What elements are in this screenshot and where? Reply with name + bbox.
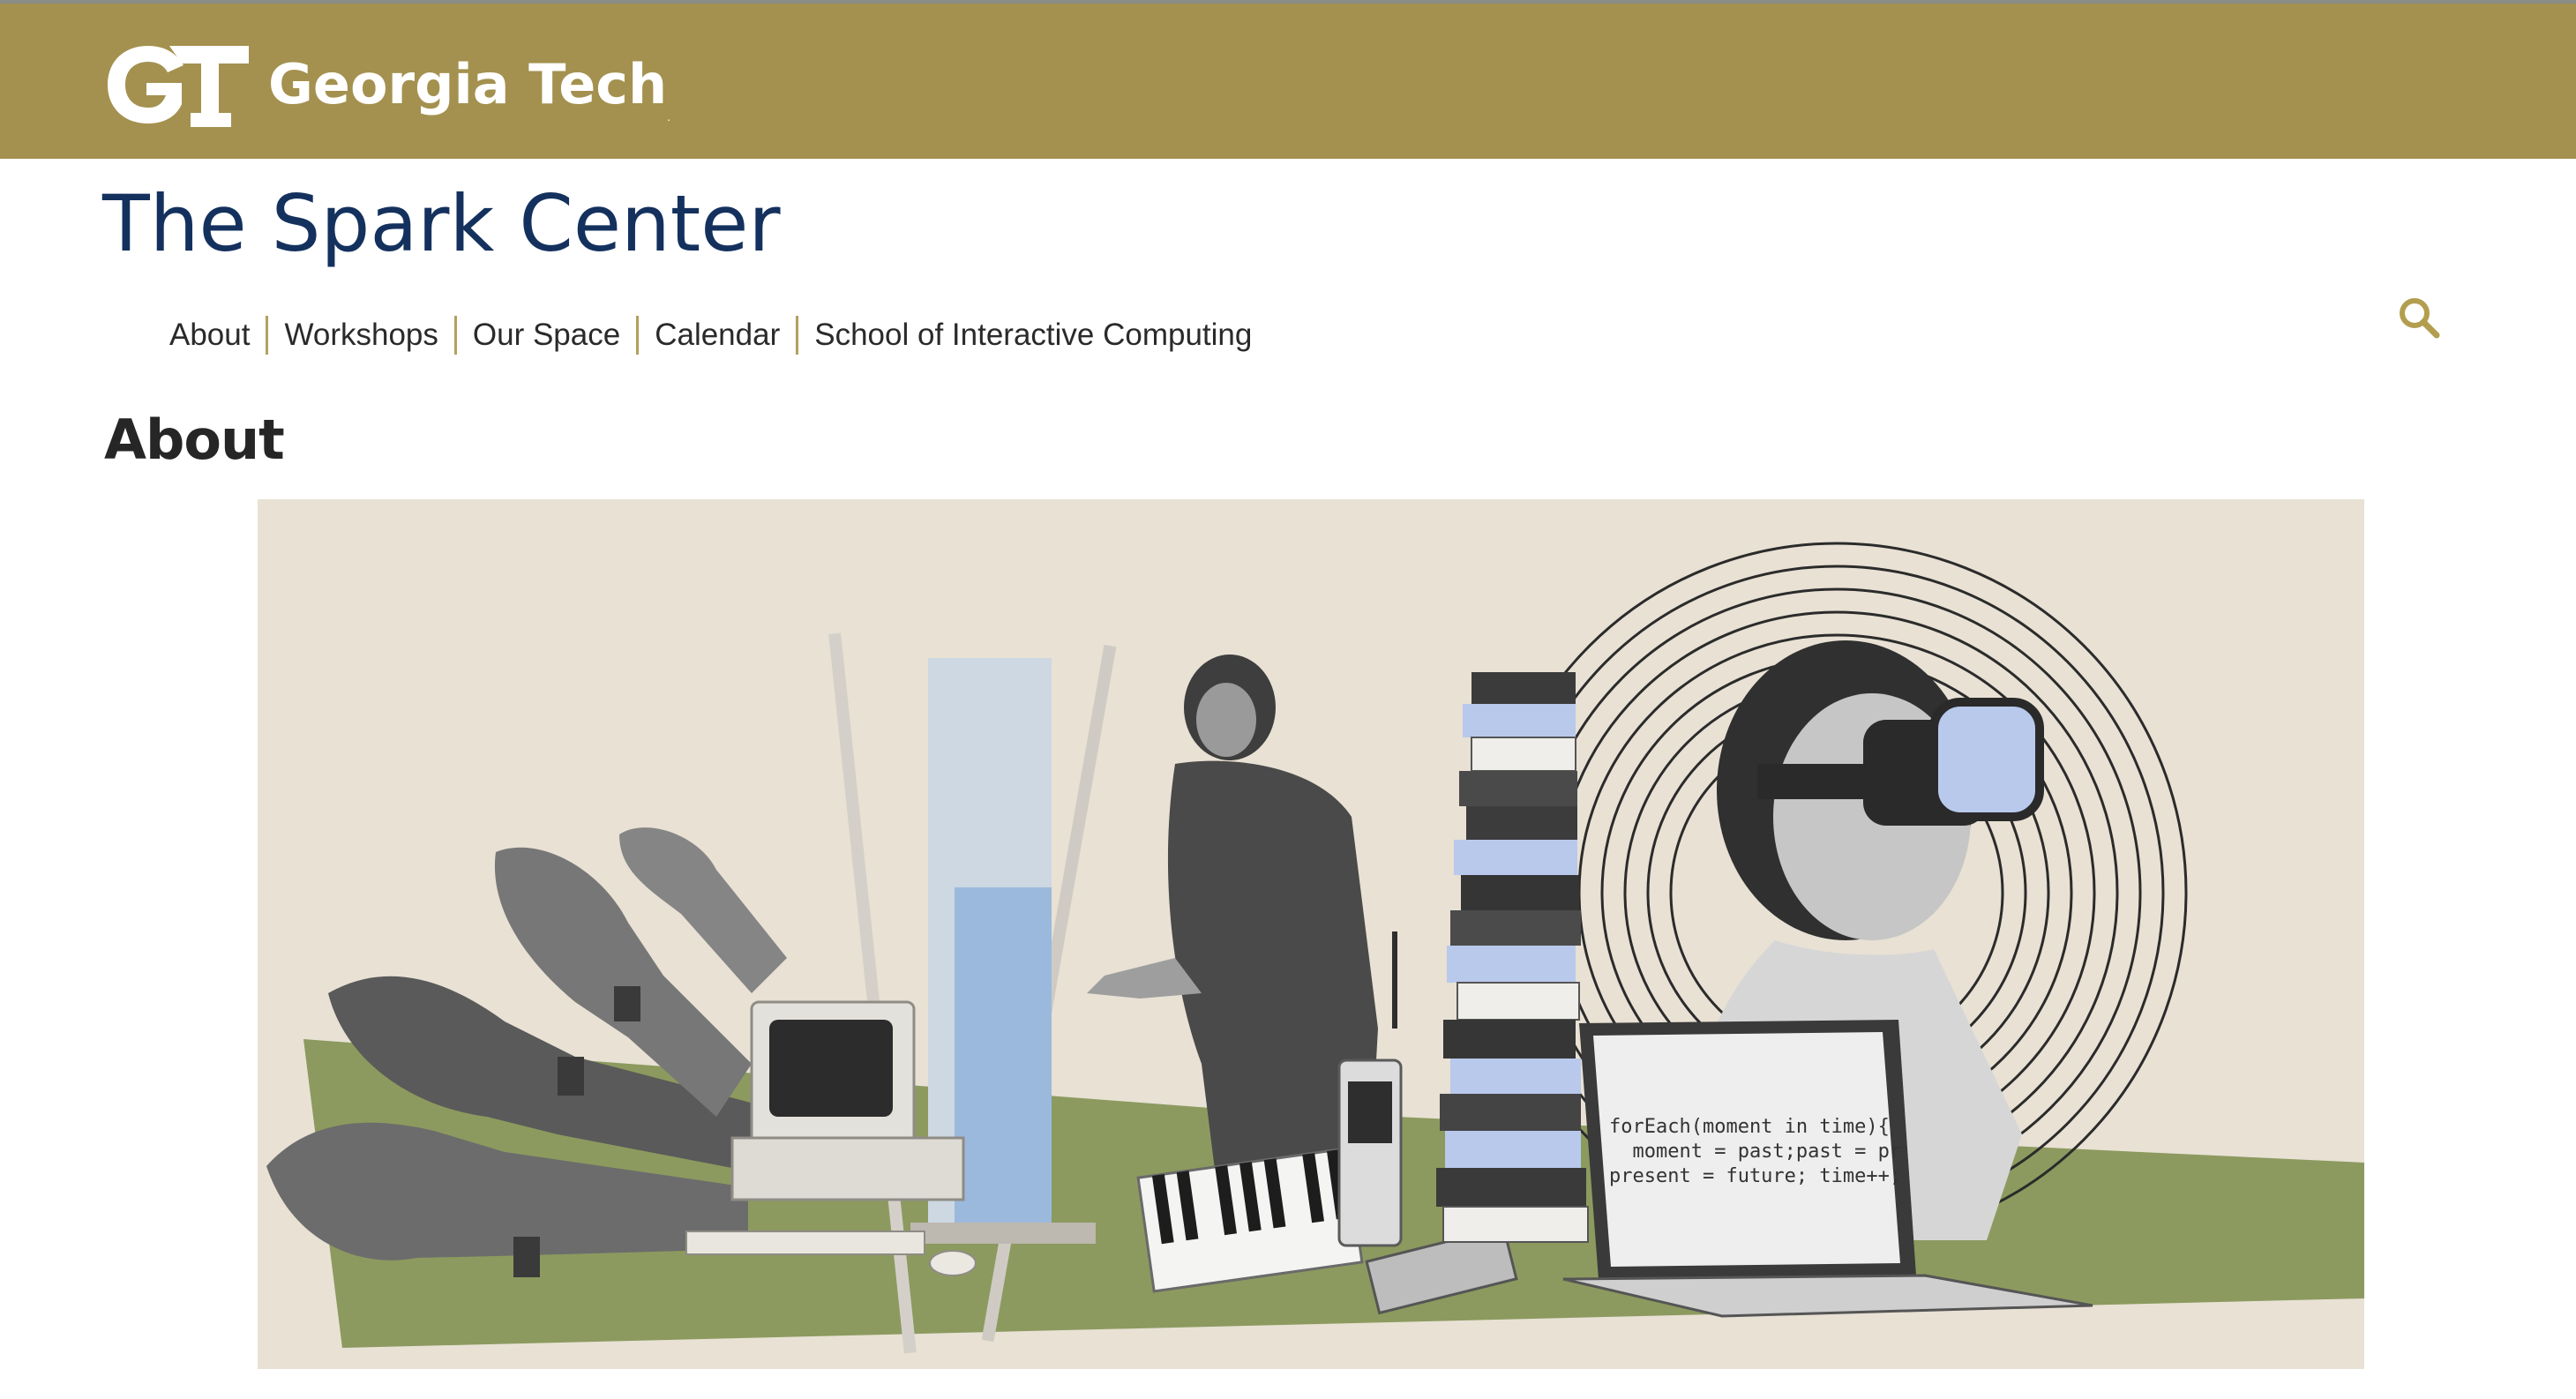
book-stack	[1436, 672, 1589, 1243]
hero-collage-image: forEach(moment in time){ moment = past;p…	[258, 499, 2364, 1369]
georgia-tech-wordmark: Georgia Tech	[268, 52, 668, 116]
nav-item-about[interactable]: About	[169, 314, 250, 356]
trademark-dot: .	[667, 109, 671, 123]
search-button[interactable]	[2396, 295, 2442, 340]
collage-illustration: forEach(moment in time){ moment = past;p…	[266, 542, 2364, 1354]
site-title[interactable]: The Spark Center	[102, 185, 781, 263]
nav-item-calendar[interactable]: Calendar	[655, 314, 780, 356]
nav-separator	[453, 316, 457, 355]
nav-item-workshops[interactable]: Workshops	[284, 314, 438, 356]
nav-separator	[636, 316, 640, 355]
nav-item-school-of-interactive-computing[interactable]: School of Interactive Computing	[814, 314, 1252, 356]
main-navigation: About Workshops Our Space Calendar Schoo…	[169, 314, 1252, 356]
gt-logo-icon	[108, 46, 249, 127]
georgia-tech-header: Georgia Tech .	[0, 4, 2576, 159]
laptop-code-line-3: present = future; time++;	[1609, 1165, 1901, 1187]
nav-separator	[796, 316, 799, 355]
page-heading: About	[104, 408, 285, 472]
search-icon	[2400, 298, 2440, 339]
nav-separator	[266, 316, 269, 355]
laptop-code-line-2: moment = past;past = pr	[1609, 1141, 1901, 1163]
georgia-tech-logo-link[interactable]: Georgia Tech .	[102, 39, 670, 131]
nav-item-our-space[interactable]: Our Space	[473, 314, 620, 356]
laptop-code-line-1: forEach(moment in time){	[1609, 1116, 1890, 1138]
